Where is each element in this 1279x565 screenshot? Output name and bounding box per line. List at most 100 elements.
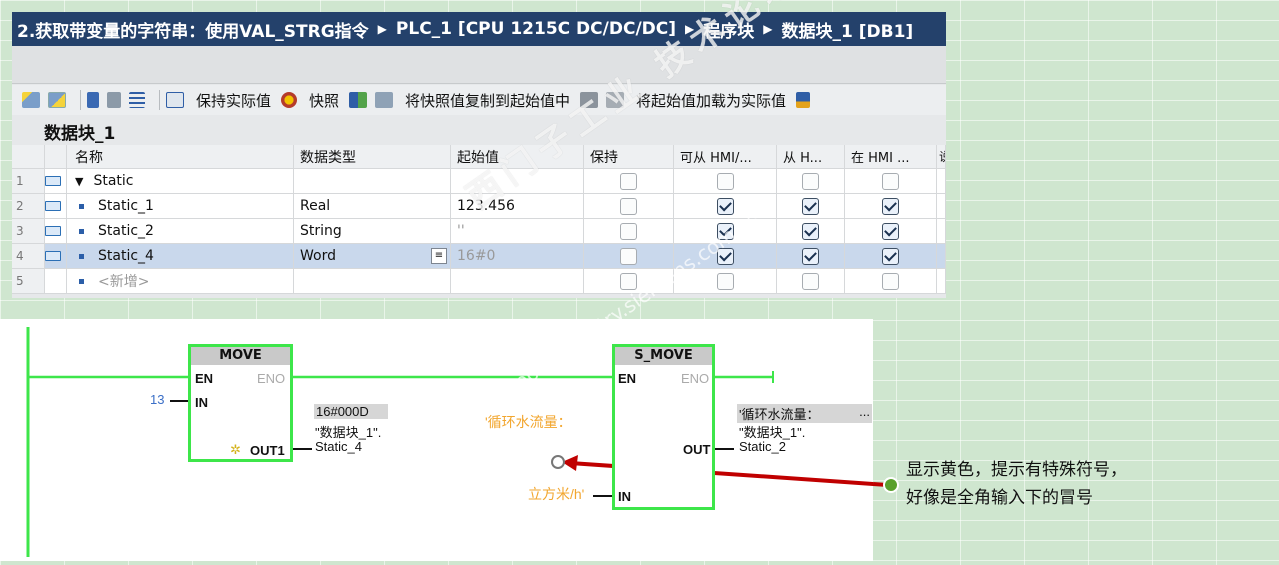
snapshot-button[interactable]: 快照 — [309, 90, 339, 111]
row-icon-empty — [45, 269, 67, 293]
row-name-cell[interactable]: Static_4 — [67, 244, 294, 268]
row-name-cell[interactable]: <新增> — [67, 269, 294, 293]
row-start-value[interactable]: 16#0 — [451, 244, 584, 268]
comment-cell[interactable] — [937, 169, 946, 193]
row-name-cell[interactable]: Static_1 — [67, 194, 294, 218]
row-type[interactable]: Real — [294, 194, 451, 218]
breadcrumb-plc[interactable]: PLC_1 [CPU 1215C DC/DC/DC] — [396, 19, 676, 39]
hmi-visible-checkbox-cell — [845, 219, 937, 243]
s-move-eno: ENO — [681, 371, 710, 386]
table-row[interactable]: 2 Static_1 Real 123.456 — [12, 194, 946, 219]
retain-checkbox[interactable] — [620, 222, 637, 240]
table-row[interactable]: 3 Static_2 String '' — [12, 219, 946, 244]
row-start-value[interactable]: 123.456 — [451, 194, 584, 218]
s-move-in-tag-start[interactable]: '循环水流量： — [485, 412, 572, 432]
header-icon — [45, 145, 67, 168]
column-header-comment[interactable]: 说 — [937, 145, 946, 168]
insert-row-icon[interactable] — [22, 92, 40, 108]
hmi-access-checkbox[interactable] — [716, 272, 734, 290]
hmi-access-checkbox[interactable] — [716, 197, 734, 215]
row-type[interactable] — [294, 269, 451, 293]
hmi-write-checkbox-cell — [777, 219, 845, 243]
hmi-visible-checkbox[interactable] — [882, 247, 899, 265]
move-out-tag-member[interactable]: Static_4 — [315, 439, 362, 454]
s-move-in-tag-end[interactable]: 立方米/h' — [528, 484, 584, 504]
add-row-icon[interactable] — [48, 92, 66, 108]
row-type[interactable]: String — [294, 219, 451, 243]
hmi-access-checkbox-cell — [674, 219, 777, 243]
comment-cell[interactable] — [937, 194, 946, 218]
hmi-access-checkbox-cell — [674, 169, 777, 193]
s-move-block[interactable]: S_MOVE — [612, 344, 715, 510]
breadcrumb-program-blocks[interactable]: 程序块 — [703, 17, 754, 42]
db-member-icon — [45, 219, 67, 243]
move-in: IN — [195, 395, 208, 410]
hmi-visible-checkbox[interactable] — [882, 172, 899, 190]
hmi-visible-checkbox[interactable] — [882, 197, 899, 215]
load-start-as-actual-button[interactable]: 将起始值加载为实际值 — [636, 90, 786, 111]
row-type[interactable]: Word ≡ — [294, 244, 451, 268]
list-icon[interactable] — [129, 92, 145, 108]
hmi-write-checkbox[interactable] — [802, 272, 819, 290]
row-type[interactable] — [294, 169, 451, 193]
title-bar: 2.获取带变量的字符串：使用VAL_STRG指令 ▶ PLC_1 [CPU 12… — [12, 12, 946, 46]
add-new-label: <新增> — [98, 274, 150, 290]
column-header-type[interactable]: 数据类型 — [294, 145, 451, 168]
hmi-access-checkbox[interactable] — [716, 172, 734, 190]
comment-cell[interactable] — [937, 269, 946, 293]
type-picker-icon[interactable]: ≡ — [431, 248, 447, 264]
retain-checkbox[interactable] — [620, 197, 637, 215]
breadcrumb-project[interactable]: 2.获取带变量的字符串：使用VAL_STRG指令 — [17, 17, 369, 42]
load-start-all-icon[interactable] — [606, 92, 625, 108]
column-header-name[interactable]: 名称 — [67, 145, 294, 168]
db-member-icon — [45, 194, 67, 218]
monitor-icon[interactable] — [166, 92, 184, 108]
column-header-hmi-access[interactable]: 可从 HMI/... — [674, 145, 777, 168]
column-header-hmi-visible[interactable]: 在 HMI ... — [845, 145, 937, 168]
hmi-write-checkbox[interactable] — [802, 247, 819, 265]
load-start-icon[interactable] — [580, 92, 599, 108]
hmi-visible-checkbox[interactable] — [882, 222, 899, 240]
retain-checkbox-cell — [584, 269, 674, 293]
hmi-write-checkbox[interactable] — [802, 222, 819, 240]
row-name-cell[interactable]: ▼ Static — [67, 169, 294, 193]
hmi-write-checkbox[interactable] — [802, 172, 819, 190]
snapshot-icon[interactable] — [281, 92, 298, 108]
table-row[interactable]: 1 ▼ Static — [12, 169, 946, 194]
retain-checkbox[interactable] — [620, 172, 637, 190]
row-start-value[interactable] — [451, 169, 584, 193]
row-start-value[interactable] — [451, 269, 584, 293]
s-move-out-tag-member[interactable]: Static_2 — [739, 439, 786, 454]
db-toolbar: 保持实际值 快照 将快照值复制到起始值中 将起始值加载为实际值 — [12, 85, 946, 115]
column-header-hmi-write[interactable]: 从 H... — [777, 145, 845, 168]
expand-icon[interactable] — [87, 92, 99, 108]
copy-snapshot-icon[interactable] — [349, 92, 368, 108]
retain-checkbox[interactable] — [620, 247, 637, 265]
copy-snapshot-to-start-button[interactable]: 将快照值复制到起始值中 — [405, 90, 570, 111]
db-member-icon — [45, 169, 67, 193]
hmi-visible-checkbox[interactable] — [882, 272, 899, 290]
comment-cell[interactable] — [937, 244, 946, 268]
table-row-selected[interactable]: 4 Static_4 Word ≡ 16#0 — [12, 244, 946, 269]
column-header-retain[interactable]: 保持 — [584, 145, 674, 168]
row-start-value[interactable]: '' — [451, 219, 584, 243]
row-name: Static_4 — [98, 248, 154, 264]
hmi-write-checkbox[interactable] — [802, 197, 819, 215]
move-in-value[interactable]: 13 — [150, 392, 164, 407]
comment-cell[interactable] — [937, 219, 946, 243]
breadcrumb-db[interactable]: 数据块_1 [DB1] — [781, 17, 913, 42]
hmi-access-checkbox[interactable] — [716, 222, 734, 240]
keep-actual-values-button[interactable]: 保持实际值 — [196, 90, 271, 111]
collapse-icon[interactable] — [107, 92, 121, 108]
retain-checkbox[interactable] — [620, 272, 637, 290]
copy-snapshot-all-icon[interactable] — [375, 92, 394, 108]
column-header-start[interactable]: 起始值 — [451, 145, 584, 168]
annotation-dot-icon — [883, 477, 899, 493]
collapse-triangle-icon[interactable]: ▼ — [75, 175, 83, 188]
db-title: 数据块_1 — [44, 124, 116, 144]
db-member-icon — [45, 244, 67, 268]
row-name-cell[interactable]: Static_2 — [67, 219, 294, 243]
hmi-access-checkbox[interactable] — [716, 247, 734, 265]
download-icon[interactable] — [796, 92, 811, 108]
table-row-add-new[interactable]: 5 <新增> — [12, 269, 946, 294]
